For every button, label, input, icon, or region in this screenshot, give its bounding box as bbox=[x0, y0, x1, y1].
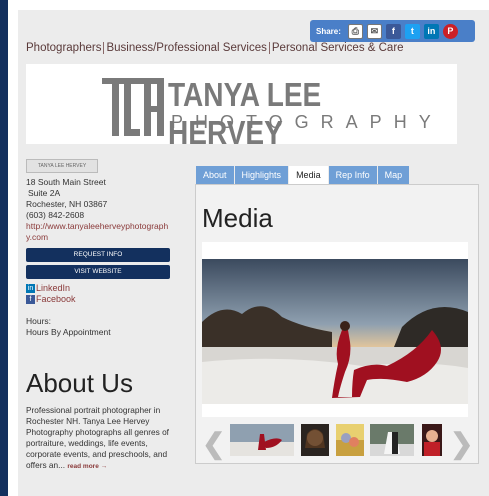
category-link[interactable]: Photographers bbox=[26, 42, 101, 54]
phone-number: (603) 842-2608 bbox=[26, 210, 85, 220]
prev-arrow-icon[interactable]: ❮ bbox=[202, 427, 225, 460]
about-heading: About Us bbox=[26, 368, 133, 398]
facebook-link[interactable]: f Facebook bbox=[26, 294, 171, 305]
social-links: in LinkedIn f Facebook bbox=[26, 283, 171, 305]
address-block: 18 South Main Street Suite 2A Rochester,… bbox=[26, 177, 171, 243]
linkedin-label: LinkedIn bbox=[36, 283, 71, 293]
category-link[interactable]: Business/Professional Services bbox=[106, 42, 266, 54]
banner-logo: TANYA LEE HERVEY PHOTOGRAPHY bbox=[26, 64, 457, 151]
hours-block: Hours: Hours By Appointment bbox=[26, 316, 171, 338]
hours-value: Hours By Appointment bbox=[26, 327, 111, 337]
facebook-icon: f bbox=[26, 295, 35, 305]
email-icon[interactable]: ✉ bbox=[366, 23, 382, 39]
request-info-button[interactable]: REQUEST INFO bbox=[26, 248, 170, 262]
sidebar: TANYA LEE HERVEY 18 South Main Street Su… bbox=[26, 159, 171, 338]
category-breadcrumb: Photographers Business/Professional Servi… bbox=[26, 42, 404, 54]
thumbnail[interactable] bbox=[370, 424, 414, 456]
tab-about[interactable]: About bbox=[196, 166, 234, 184]
facebook-label: Facebook bbox=[36, 294, 76, 304]
tab-map[interactable]: Map bbox=[377, 166, 410, 184]
logo-subtitle: PHOTOGRAPHY bbox=[171, 112, 443, 132]
tab-media[interactable]: Media bbox=[289, 166, 328, 184]
main-photo-frame bbox=[202, 242, 468, 417]
hours-label: Hours: bbox=[26, 316, 52, 326]
linkedin-icon[interactable]: in bbox=[423, 23, 439, 39]
about-description: Professional portrait photographer in Ro… bbox=[26, 405, 169, 470]
thumbnail-strip: ❮ ❯ bbox=[200, 423, 473, 461]
website-link[interactable]: http://www.tanyaleeherveyphotography.com bbox=[26, 221, 168, 242]
media-title: Media bbox=[202, 203, 273, 233]
share-bar: Share: ⎙ ✉ f t in P bbox=[310, 20, 475, 42]
address-line: Rochester, NH 03867 bbox=[26, 199, 108, 209]
media-panel: Media ❮ ❯ bbox=[195, 184, 479, 464]
address-line: 18 South Main Street bbox=[26, 177, 106, 187]
next-arrow-icon[interactable]: ❯ bbox=[450, 427, 473, 460]
facebook-icon[interactable]: f bbox=[385, 23, 401, 39]
tab-bar: About Highlights Media Rep Info Map bbox=[196, 166, 410, 184]
thumbnail[interactable] bbox=[230, 424, 294, 456]
main-photo[interactable] bbox=[202, 242, 468, 417]
small-logo: TANYA LEE HERVEY bbox=[26, 159, 98, 173]
thumbnail[interactable] bbox=[301, 424, 329, 456]
left-edge-bar bbox=[0, 0, 8, 496]
visit-website-button[interactable]: VISIT WEBSITE bbox=[26, 265, 170, 279]
thumbnail[interactable] bbox=[422, 424, 442, 456]
address-line: Suite 2A bbox=[28, 188, 61, 198]
linkedin-link[interactable]: in LinkedIn bbox=[26, 283, 171, 294]
read-more-link[interactable]: read more → bbox=[67, 463, 107, 470]
share-label: Share: bbox=[316, 26, 341, 36]
print-icon[interactable]: ⎙ bbox=[347, 23, 363, 39]
twitter-icon[interactable]: t bbox=[404, 23, 420, 39]
tlh-logo-icon bbox=[102, 78, 164, 136]
linkedin-icon: in bbox=[26, 284, 35, 294]
tab-highlights[interactable]: Highlights bbox=[234, 166, 289, 184]
tab-rep-info[interactable]: Rep Info bbox=[328, 166, 377, 184]
thumbnail[interactable] bbox=[336, 424, 364, 456]
pinterest-icon[interactable]: P bbox=[442, 23, 458, 39]
about-text: Professional portrait photographer in Ro… bbox=[26, 405, 174, 472]
category-link[interactable]: Personal Services & Care bbox=[272, 42, 404, 54]
